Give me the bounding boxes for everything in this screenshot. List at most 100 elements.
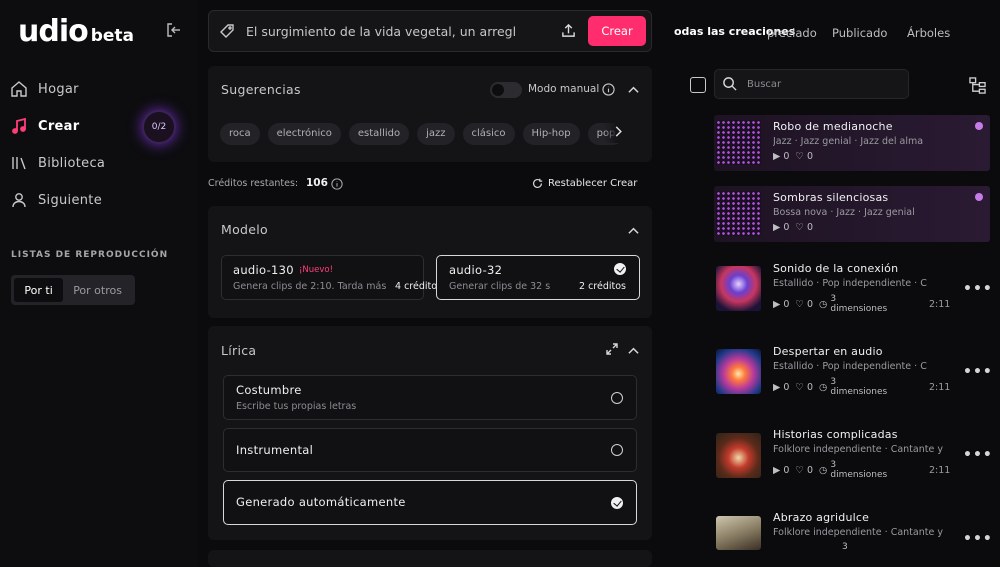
chip[interactable]: roca [220, 122, 260, 145]
expand-icon[interactable] [606, 343, 618, 355]
model-name: audio-32 [449, 263, 503, 277]
chevron-up-icon[interactable] [628, 346, 639, 355]
model-option-audio-130[interactable] [221, 255, 424, 300]
lyrics-option-name: Costumbre [236, 383, 302, 397]
song-title: Robo de medianoche [773, 120, 893, 133]
info-icon[interactable] [602, 83, 615, 96]
song-title: Abrazo agridulce [773, 511, 870, 524]
credits-value: 106 [306, 177, 328, 189]
like-count: 0 [806, 222, 813, 233]
play-count: 0 [783, 151, 790, 162]
playlist-filter: Por ti Por otros [11, 275, 135, 305]
song-title: Despertar en audio [773, 345, 883, 358]
song-tags: Estallido · Pop independiente · C [773, 278, 927, 289]
tag-icon [220, 24, 234, 38]
song-duration: 2:11 [929, 465, 951, 476]
play-count: 0 [783, 222, 790, 233]
model-title: Modelo [221, 222, 268, 237]
credits-info-icon[interactable] [331, 178, 343, 190]
select-all-checkbox[interactable] [690, 77, 706, 93]
search-input[interactable] [714, 69, 909, 99]
prompt-input[interactable]: El surgimiento de la vida vegetal, un ar… [246, 24, 516, 39]
model-desc: Generar clips de 32 s [449, 281, 551, 292]
playlists-heading: LISTAS DE REPRODUCCIÓN [11, 250, 169, 260]
nav-following[interactable]: Siguiente [10, 185, 180, 215]
radio-icon [611, 392, 623, 404]
song-thumbnail [716, 349, 761, 394]
suggestion-chips: roca electrónico estallido jazz clásico Hip-h… [220, 121, 638, 145]
chip[interactable]: estallido [348, 122, 410, 145]
collapse-sidebar-icon[interactable] [166, 22, 184, 40]
chevron-up-icon[interactable] [628, 85, 639, 94]
more-options-icon[interactable]: ••• [963, 447, 993, 463]
song-thumbnail [716, 516, 761, 550]
chevron-up-icon[interactable] [628, 226, 639, 235]
user-icon [12, 193, 26, 208]
search-placeholder: Buscar [747, 79, 782, 90]
chevron-right-icon[interactable] [615, 126, 623, 137]
model-option-audio-32[interactable] [436, 255, 640, 300]
create-button[interactable]: Crear [588, 16, 646, 46]
song-stats: ▶ 0 ♡ 0 [773, 222, 813, 233]
tab-liked[interactable]: preciado [767, 26, 817, 40]
song-tags: Jazz · Jazz genial · Jazz del alma [773, 136, 924, 147]
nav-label: Crear [38, 118, 80, 134]
song-thumbnail [716, 266, 761, 311]
lyrics-option-name: Instrumental [236, 443, 314, 457]
nav-library[interactable]: Biblioteca [10, 148, 180, 178]
create-count-badge: 0/2 [142, 110, 176, 144]
song-duration: 2:11 [929, 382, 951, 393]
tree-view-icon[interactable] [969, 77, 986, 94]
manual-mode-toggle[interactable] [490, 82, 522, 98]
lyrics-option-name: Generado automáticamente [236, 495, 406, 509]
lyrics-option-desc: Escribe tus propias letras [236, 401, 357, 412]
model-name: audio-130 [233, 263, 294, 277]
song-title: Sombras silenciosas [773, 191, 889, 204]
chip[interactable]: electrónico [267, 122, 341, 145]
filter-by-others[interactable]: Por otros [63, 278, 132, 302]
selected-check-icon [611, 497, 623, 509]
chip[interactable]: jazz [417, 122, 455, 145]
nav-label: Biblioteca [38, 155, 106, 171]
song-stats: ▶ 0 ♡ 0 ◷ 3 dimensiones [773, 460, 888, 480]
upload-icon[interactable] [561, 23, 576, 38]
sidebar: udio beta Hogar Crear 0/2 Biblioteca Sigu… [0, 0, 198, 567]
chip[interactable]: Hip-hop [522, 122, 580, 145]
song-tags: Estallido · Pop independiente · C [773, 361, 927, 372]
reset-create-button[interactable]: Restablecer Crear [548, 178, 637, 189]
chip[interactable]: clásico [462, 122, 515, 145]
song-stats: ▶ 0 ♡ 0 ◷ 3 dimensiones [773, 377, 888, 397]
song-dims: 3 [842, 542, 848, 552]
song-tags: Bossa nova · Jazz · Jazz genial [773, 207, 915, 218]
lyrics-option-custom[interactable] [223, 375, 637, 420]
song-stats: ▶ 0 ♡ 0 [773, 151, 813, 162]
song-tags: Folklore independiente · Cantante y [773, 527, 943, 538]
tab-published[interactable]: Publicado [832, 26, 887, 40]
udio-logo[interactable]: udio beta [18, 14, 134, 49]
more-options-icon[interactable]: ••• [963, 281, 993, 297]
selected-check-icon [614, 263, 626, 275]
model-cost: 2 créditos [579, 281, 626, 292]
lyrics-title: Lírica [221, 343, 257, 358]
filter-for-you[interactable]: Por ti [14, 278, 64, 302]
music-note-icon [12, 117, 26, 134]
new-badge: ¡Nuevo! [299, 265, 334, 275]
tab-trees[interactable]: Árboles [907, 26, 950, 40]
home-icon [11, 81, 27, 97]
nav-home[interactable]: Hogar [10, 74, 180, 104]
search-icon [723, 77, 737, 91]
next-panel [208, 550, 652, 567]
radio-icon [611, 444, 623, 456]
song-thumbnail [716, 433, 761, 478]
suggestions-title: Sugerencias [221, 82, 301, 97]
song-thumbnail [716, 191, 761, 236]
model-cost: 4 créditos [395, 281, 442, 292]
nav-label: Siguiente [38, 192, 102, 208]
like-count: 0 [806, 151, 813, 162]
new-indicator-dot [975, 122, 983, 130]
more-options-icon[interactable]: ••• [963, 364, 993, 380]
manual-mode-label: Modo manual [528, 83, 600, 95]
model-desc: Genera clips de 2:10. Tarda más [233, 281, 387, 292]
song-duration: 2:11 [929, 299, 951, 310]
more-options-icon[interactable]: ••• [963, 531, 993, 547]
